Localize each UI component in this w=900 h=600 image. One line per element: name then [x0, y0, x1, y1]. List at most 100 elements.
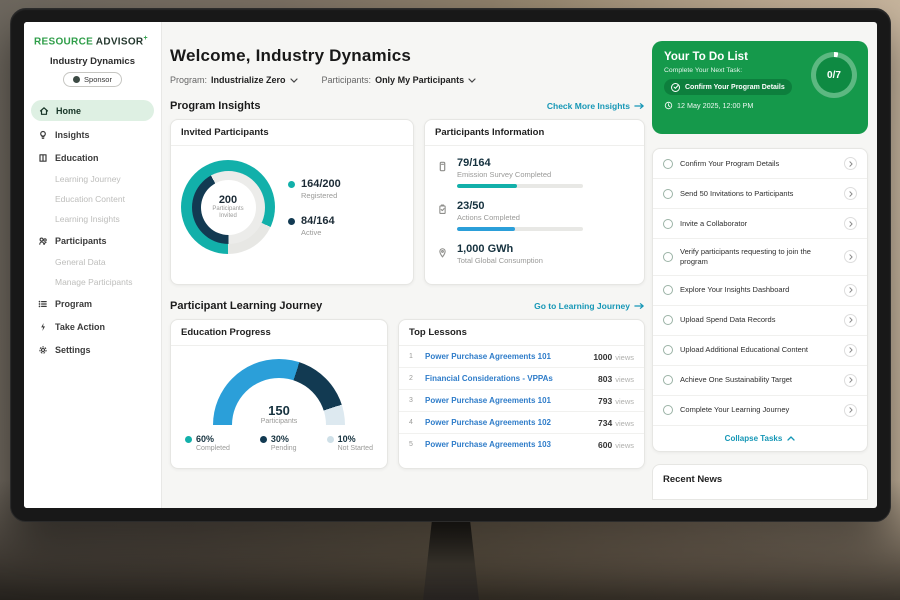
- checkbox-icon[interactable]: [663, 405, 673, 415]
- todo-summary-card: Your To Do List Complete Your Next Task:…: [652, 41, 868, 134]
- sidebar-item-education[interactable]: Education: [24, 146, 161, 169]
- lesson-link[interactable]: Power Purchase Agreements 101: [425, 352, 585, 361]
- check-icon: [671, 83, 680, 92]
- collapse-tasks-button[interactable]: Collapse Tasks: [653, 426, 867, 451]
- legend-value: 10%: [338, 434, 356, 444]
- lesson-link[interactable]: Power Purchase Agreements 103: [425, 440, 590, 449]
- donut-center-label: Participants Invited: [207, 206, 249, 221]
- checkbox-icon[interactable]: [663, 252, 673, 262]
- sidebar-item-take-action[interactable]: Take Action: [24, 315, 161, 338]
- legend-value: 164/200: [301, 178, 341, 190]
- bolt-icon: [38, 322, 48, 332]
- legend-dot: [260, 436, 267, 443]
- task-row[interactable]: Achieve One Sustainability Target: [653, 366, 867, 396]
- sidebar-item-label: Manage Participants: [55, 277, 133, 287]
- chevron-up-icon: [787, 436, 795, 441]
- sidebar-item-general-data[interactable]: General Data: [24, 252, 161, 272]
- task-row[interactable]: Upload Spend Data Records: [653, 306, 867, 336]
- lesson-rank: 4: [409, 419, 417, 426]
- sidebar-item-label: Take Action: [55, 322, 105, 332]
- participants-select[interactable]: Participants: Only My Participants: [322, 75, 477, 85]
- sidebar-item-manage-participants[interactable]: Manage Participants: [24, 272, 161, 292]
- sponsor-badge: Sponsor: [63, 72, 122, 87]
- stat-label: Emission Survey Completed: [457, 170, 583, 179]
- sidebar-item-settings[interactable]: Settings: [24, 338, 161, 361]
- program-select[interactable]: Program: Industrialize Zero: [170, 75, 298, 85]
- task-label: Achieve One Sustainability Target: [680, 375, 837, 385]
- sidebar-item-participants[interactable]: Participants: [24, 229, 161, 252]
- views-suffix: views: [615, 353, 634, 362]
- next-task-pill[interactable]: Confirm Your Program Details: [664, 79, 792, 95]
- checkbox-icon[interactable]: [663, 345, 673, 355]
- chevron-right-icon[interactable]: [844, 374, 857, 387]
- checkbox-icon[interactable]: [663, 219, 673, 229]
- education-progress-card: Education Progress 150 Participants 60% …: [170, 319, 388, 469]
- card-title: Education Progress: [171, 320, 387, 346]
- chevron-right-icon[interactable]: [844, 217, 857, 230]
- org-name: Industry Dynamics: [24, 56, 161, 67]
- sidebar-item-education-content[interactable]: Education Content: [24, 189, 161, 209]
- chevron-right-icon[interactable]: [844, 344, 857, 357]
- views-suffix: views: [615, 375, 634, 384]
- task-row[interactable]: Invite a Collaborator: [653, 209, 867, 239]
- sidebar-item-learning-journey[interactable]: Learning Journey: [24, 169, 161, 189]
- sidebar-item-home[interactable]: Home: [31, 100, 154, 121]
- collapse-tasks-label: Collapse Tasks: [725, 434, 783, 443]
- task-row[interactable]: Upload Additional Educational Content: [653, 336, 867, 366]
- lightbulb-icon: [38, 130, 48, 140]
- chevron-right-icon[interactable]: [844, 187, 857, 200]
- participants-select-label: Participants:: [322, 75, 372, 85]
- screen: RESOURCE ADVISOR+ Industry Dynamics Spon…: [24, 22, 877, 508]
- chevron-right-icon[interactable]: [844, 284, 857, 297]
- learning-cards-row: Education Progress 150 Participants 60% …: [170, 319, 645, 469]
- task-row[interactable]: Verify participants requesting to join t…: [653, 239, 867, 276]
- recent-news-title: Recent News: [653, 465, 867, 494]
- chevron-right-icon[interactable]: [844, 157, 857, 170]
- lesson-row: 1 Power Purchase Agreements 101 1000view…: [399, 346, 644, 368]
- checkbox-icon[interactable]: [663, 159, 673, 169]
- checkbox-icon[interactable]: [663, 189, 673, 199]
- checkbox-icon[interactable]: [663, 375, 673, 385]
- go-to-learning-journey-link[interactable]: Go to Learning Journey: [534, 301, 645, 311]
- checkbox-icon[interactable]: [663, 315, 673, 325]
- chevron-right-icon[interactable]: [844, 404, 857, 417]
- todo-progress-ring: 0/7: [811, 52, 857, 98]
- app-logo: RESOURCE ADVISOR+: [24, 22, 161, 47]
- sidebar-item-label: Participants: [55, 236, 107, 246]
- chevron-right-icon[interactable]: [844, 250, 857, 263]
- section-title: Program Insights: [170, 100, 260, 112]
- sidebar-item-label: Insights: [55, 130, 90, 140]
- legend-item-not-started: 10% Not Started: [327, 434, 373, 452]
- lesson-link[interactable]: Financial Considerations - VPPAs: [425, 374, 590, 383]
- task-label: Invite a Collaborator: [680, 219, 837, 229]
- lesson-row: 3 Power Purchase Agreements 101 793views: [399, 390, 644, 412]
- recent-news-card: Recent News: [652, 464, 868, 500]
- task-label: Upload Additional Educational Content: [680, 345, 837, 355]
- task-row[interactable]: Explore Your Insights Dashboard: [653, 276, 867, 306]
- sidebar-item-program[interactable]: Program: [24, 292, 161, 315]
- clock-icon: [664, 101, 673, 110]
- sidebar-item-insights[interactable]: Insights: [24, 123, 161, 146]
- task-list-card: Confirm Your Program Details Send 50 Inv…: [652, 148, 868, 452]
- legend-item-registered: 164/200 Registered: [288, 178, 341, 200]
- legend-label: Pending: [271, 445, 297, 452]
- lesson-row: 4 Power Purchase Agreements 102 734views: [399, 412, 644, 434]
- task-row[interactable]: Confirm Your Program Details: [653, 149, 867, 179]
- lesson-link[interactable]: Power Purchase Agreements 101: [425, 396, 590, 405]
- lesson-link[interactable]: Power Purchase Agreements 102: [425, 418, 590, 427]
- stat-value: 79/164: [457, 157, 583, 169]
- sidebar-item-learning-insights[interactable]: Learning Insights: [24, 209, 161, 229]
- people-icon: [38, 236, 48, 246]
- monitor-bezel: RESOURCE ADVISOR+ Industry Dynamics Spon…: [10, 8, 891, 522]
- chevron-right-icon[interactable]: [844, 314, 857, 327]
- task-row[interactable]: Send 50 Invitations to Participants: [653, 179, 867, 209]
- task-row[interactable]: Complete Your Learning Journey: [653, 396, 867, 426]
- task-label: Verify participants requesting to join t…: [680, 247, 837, 267]
- section-title: Participant Learning Journey: [170, 300, 322, 312]
- check-more-insights-link[interactable]: Check More Insights: [547, 101, 645, 111]
- checkbox-icon[interactable]: [663, 285, 673, 295]
- donut-legend: 164/200 Registered 84/164 Active: [288, 178, 341, 237]
- lesson-views: 734: [598, 418, 612, 428]
- next-task-label: Confirm Your Program Details: [685, 84, 785, 91]
- sidebar-item-label: Settings: [55, 345, 91, 355]
